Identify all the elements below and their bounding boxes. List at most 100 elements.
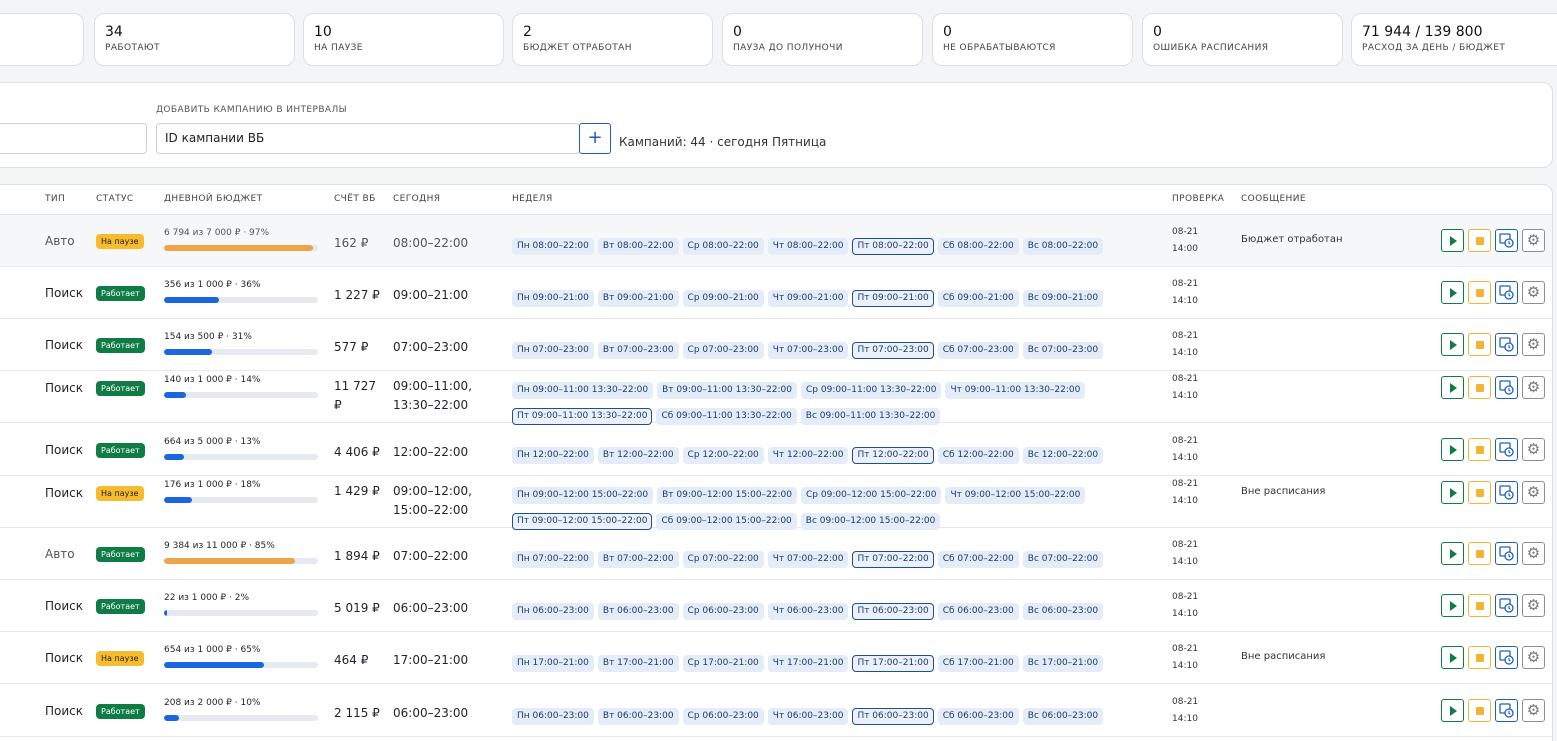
- table-row: Авто Работает 9 384 из 11 000 ₽ · 85% 1 894…: [0, 528, 1552, 580]
- day-chip: Вт 07:00–22:00: [597, 551, 679, 568]
- th-budget: ДНЕВНОЙ БЮДЖЕТ: [164, 194, 263, 204]
- stat-label: Пауза до полуночи: [733, 43, 843, 53]
- play-icon[interactable]: [1441, 376, 1464, 399]
- stop-icon[interactable]: [1468, 229, 1491, 252]
- schedule-icon[interactable]: [1495, 699, 1518, 722]
- day-chip: Пн 12:00–22:00: [512, 447, 594, 464]
- play-icon[interactable]: [1441, 699, 1464, 722]
- budget-bar: [164, 715, 318, 721]
- day-chip: Ср 08:00–22:00: [682, 238, 764, 255]
- gear-icon[interactable]: ⚙: [1522, 594, 1545, 617]
- campaign-table: ТИП СТАТУС ДНЕВНОЙ БЮДЖЕТ СЧЁТ ВБ СЕГОДН…: [0, 184, 1553, 741]
- day-chip: Чт 07:00–22:00: [767, 551, 849, 568]
- gear-icon[interactable]: ⚙: [1522, 481, 1545, 504]
- day-chip: Чт 09:00–12:00 15:00–22:00: [945, 487, 1086, 504]
- gear-icon[interactable]: ⚙: [1522, 699, 1545, 722]
- gear-icon[interactable]: ⚙: [1522, 542, 1545, 565]
- play-icon[interactable]: [1441, 333, 1464, 356]
- play-icon[interactable]: [1441, 229, 1464, 252]
- schedule-icon[interactable]: [1495, 333, 1518, 356]
- schedule-icon[interactable]: [1495, 229, 1518, 252]
- budget-bar-fill: [164, 349, 212, 355]
- campaign-id-input[interactable]: ID кампании ВБ: [156, 123, 580, 154]
- play-icon[interactable]: [1441, 542, 1464, 565]
- day-chip: Пт 07:00–23:00: [852, 342, 934, 359]
- gear-icon[interactable]: ⚙: [1522, 376, 1545, 399]
- schedule-icon[interactable]: [1495, 542, 1518, 565]
- cell-type: Поиск: [45, 338, 84, 352]
- stop-icon[interactable]: [1468, 333, 1491, 356]
- stop-icon[interactable]: [1468, 699, 1491, 722]
- schedule-icon[interactable]: [1495, 594, 1518, 617]
- schedule-glyph: [1499, 546, 1514, 561]
- day-chip: Чт 06:00–23:00: [767, 708, 849, 725]
- check-date: 08-21: [1172, 644, 1199, 654]
- status-badge: Работает: [96, 443, 145, 458]
- schedule-icon[interactable]: [1495, 376, 1518, 399]
- schedule-icon[interactable]: [1495, 646, 1518, 669]
- day-chip: Сб 12:00–22:00: [937, 447, 1019, 464]
- play-icon[interactable]: [1441, 646, 1464, 669]
- day-chip: Пт 09:00–11:00 13:30–22:00: [512, 408, 653, 425]
- th-today: СЕГОДНЯ: [393, 194, 441, 204]
- day-chip: Чт 17:00–21:00: [767, 655, 849, 672]
- cell-account: 464 ₽: [334, 653, 369, 667]
- check-time: 08-21 14:10: [1172, 476, 1198, 510]
- budget-bar-fill: [164, 610, 168, 616]
- stop-icon[interactable]: [1468, 481, 1491, 504]
- stat-label: На паузе: [314, 43, 363, 53]
- play-icon[interactable]: [1441, 481, 1464, 504]
- cell-account: 4 406 ₽: [334, 445, 380, 459]
- cell-type: Поиск: [45, 286, 84, 300]
- check-date: 08-21: [1172, 331, 1199, 341]
- gear-icon[interactable]: ⚙: [1522, 229, 1545, 252]
- check-date: 08-21: [1172, 436, 1199, 446]
- cell-account: 1 429 ₽: [334, 484, 380, 498]
- budget-text: 356 из 1 000 ₽ · 36%: [164, 280, 261, 290]
- gear-icon[interactable]: ⚙: [1522, 438, 1545, 461]
- gear-icon[interactable]: ⚙: [1522, 333, 1545, 356]
- budget-bar: [164, 497, 318, 503]
- budget-bar-fill: [164, 245, 314, 251]
- schedule-glyph: [1499, 703, 1514, 718]
- play-icon[interactable]: [1441, 281, 1464, 304]
- add-campaign-button[interactable]: +: [579, 123, 611, 154]
- day-chip: Сб 17:00–21:00: [937, 655, 1019, 672]
- stop-icon[interactable]: [1468, 594, 1491, 617]
- day-chip: Ср 09:00–11:00 13:30–22:00: [801, 382, 942, 399]
- schedule-icon[interactable]: [1495, 281, 1518, 304]
- stop-icon[interactable]: [1468, 646, 1491, 669]
- stop-icon[interactable]: [1468, 376, 1491, 399]
- stop-icon[interactable]: [1468, 438, 1491, 461]
- budget-text: 9 384 из 11 000 ₽ · 85%: [164, 541, 275, 551]
- filter-input[interactable]: [0, 123, 147, 154]
- play-icon[interactable]: [1441, 594, 1464, 617]
- stat-label: Работают: [105, 43, 160, 53]
- schedule-icon[interactable]: [1495, 481, 1518, 504]
- schedule-icon[interactable]: [1495, 438, 1518, 461]
- stop-icon[interactable]: [1468, 281, 1491, 304]
- stats-bar: 34 Работают 10 На паузе 2 Бюджет отработан 0 Па…: [0, 13, 1557, 66]
- stop-icon[interactable]: [1468, 542, 1491, 565]
- stat-value: 10: [314, 24, 332, 40]
- day-chip: Вт 09:00–12:00 15:00–22:00: [657, 487, 798, 504]
- day-chip: Пт 17:00–21:00: [852, 655, 934, 672]
- day-chip: Сб 07:00–22:00: [937, 551, 1019, 568]
- day-chip: Чт 12:00–22:00: [767, 447, 849, 464]
- gear-icon[interactable]: ⚙: [1522, 281, 1545, 304]
- cell-today: 08:00–22:00: [393, 236, 469, 250]
- stat-value: 0: [733, 24, 742, 40]
- cell-today: 07:00–23:00: [393, 340, 469, 354]
- stat-card: 34 Работают: [94, 13, 295, 66]
- week-schedule: Пн 12:00–22:00 Вт 12:00–22:00 Ср 12:00–22:…: [512, 442, 1152, 468]
- play-icon[interactable]: [1441, 438, 1464, 461]
- cell-account: 5 019 ₽: [334, 601, 380, 615]
- cell-today: 07:00–22:00: [393, 549, 469, 563]
- gear-icon[interactable]: ⚙: [1522, 646, 1545, 669]
- stat-card: 10 На паузе: [303, 13, 504, 66]
- stat-label: Расход за день / бюджет: [1362, 43, 1506, 53]
- day-chip: Вт 06:00–23:00: [597, 603, 679, 620]
- day-chip: Чт 09:00–21:00: [767, 290, 849, 307]
- day-chip: Вт 09:00–11:00 13:30–22:00: [657, 382, 798, 399]
- row-actions: ⚙: [1441, 333, 1551, 357]
